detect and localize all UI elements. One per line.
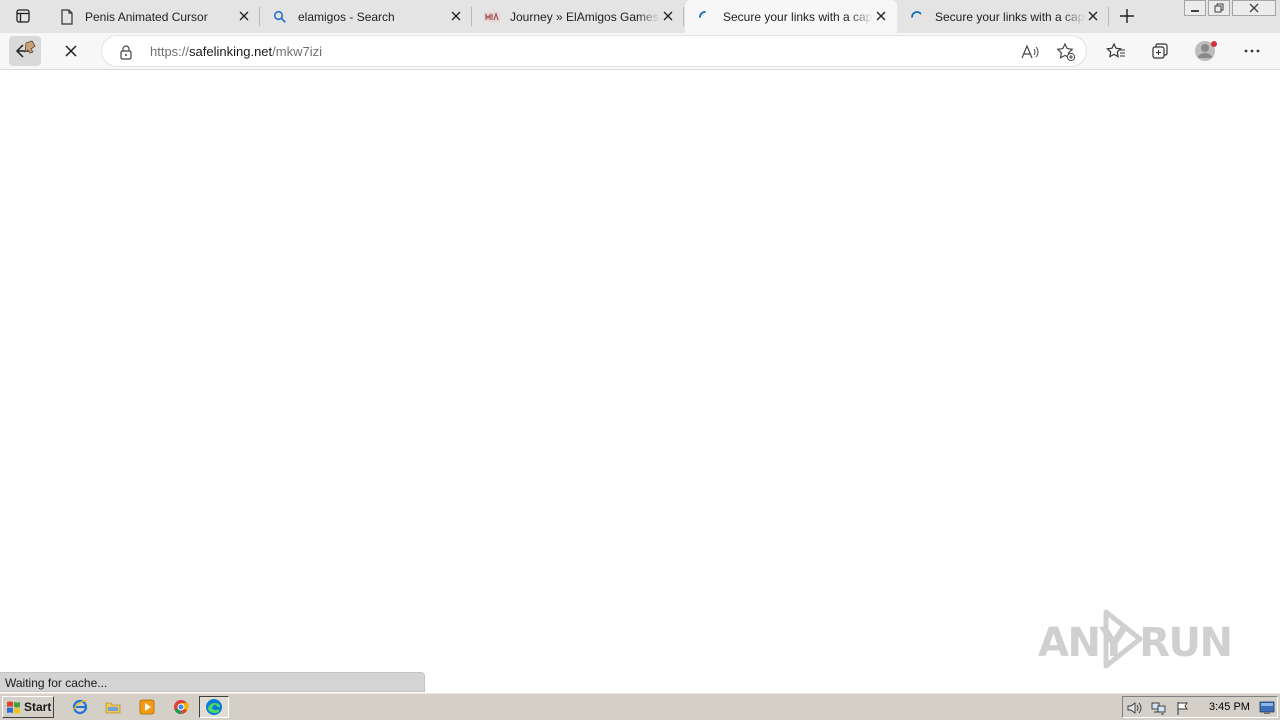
clock[interactable]: 3:45 PM (1209, 701, 1250, 713)
restore-icon (1214, 3, 1224, 13)
tab-secure-links-active[interactable]: Secure your links with a captcha (685, 0, 897, 33)
minimize-icon (1191, 10, 1199, 12)
tab-close-icon[interactable] (660, 8, 676, 24)
tab-penis-animated-cursor[interactable]: Penis Animated Cursor (47, 0, 260, 33)
media-player-icon (139, 699, 155, 715)
add-favorite-icon[interactable] (1056, 42, 1076, 62)
collections-button[interactable] (1144, 36, 1176, 66)
avatar-icon (1195, 41, 1217, 61)
edge-icon (206, 699, 222, 715)
address-bar[interactable]: https://safelinking.net/mkw7izi (101, 35, 1087, 67)
system-tray: 3:45 PM (1122, 696, 1278, 718)
close-icon (65, 45, 77, 57)
new-tab-button[interactable] (1116, 5, 1138, 27)
favorites-icon (1106, 42, 1125, 58)
start-label: Start (24, 700, 52, 714)
tab-title: Secure your links with a captcha (723, 9, 873, 24)
restore-button[interactable] (1208, 0, 1230, 16)
browser-toolbar: https://safelinking.net/mkw7izi (0, 33, 1280, 70)
file-explorer-launcher[interactable] (104, 698, 122, 716)
chrome-icon (174, 700, 189, 715)
windows-logo-icon (7, 701, 20, 714)
read-aloud-icon[interactable] (1020, 42, 1040, 62)
back-arrow-icon (15, 40, 36, 58)
loading-spinner-icon (909, 9, 925, 25)
tab-title: Penis Animated Cursor (85, 9, 208, 24)
tab-close-icon[interactable] (236, 8, 252, 24)
tab-actions-button[interactable] (8, 4, 38, 28)
watermark-text: ANY RUN (1038, 620, 1234, 666)
show-desktop-icon[interactable] (1259, 700, 1275, 716)
edge-taskbar-button[interactable] (199, 696, 229, 718)
action-center-flag-icon[interactable] (1175, 700, 1191, 716)
tab-title: elamigos - Search (298, 9, 395, 24)
close-icon (1249, 3, 1259, 13)
close-window-button[interactable] (1232, 0, 1276, 16)
chrome-launcher[interactable] (172, 698, 190, 716)
start-button[interactable]: Start (2, 696, 54, 718)
anyrun-watermark: ANY RUN (1038, 609, 1234, 669)
tab-close-icon[interactable] (873, 8, 889, 24)
tab-secure-links[interactable]: Secure your links with a captcha (897, 0, 1109, 33)
minimize-button[interactable] (1184, 0, 1206, 16)
url-text[interactable]: https://safelinking.net/mkw7izi (150, 44, 322, 59)
status-bar: Waiting for cache... (0, 672, 425, 692)
collections-icon (1152, 43, 1168, 59)
taskbar: Start 3:45 PM (0, 692, 1280, 720)
stop-loading-button[interactable] (55, 36, 87, 66)
url-host: safelinking.net (189, 44, 273, 59)
plus-icon (1120, 9, 1134, 23)
settings-menu-button[interactable] (1236, 36, 1268, 66)
profile-button[interactable] (1190, 36, 1222, 66)
more-icon (1244, 49, 1260, 53)
tab-title: Journey » ElAmigos Games (510, 9, 659, 24)
internet-explorer-icon (72, 699, 88, 715)
tab-close-icon[interactable] (1085, 8, 1101, 24)
site-logo-icon (484, 9, 500, 25)
network-icon[interactable] (1151, 700, 1167, 716)
url-scheme: https:// (150, 44, 190, 59)
lock-icon[interactable] (118, 44, 134, 60)
internet-explorer-launcher[interactable] (71, 698, 89, 716)
tab-actions-icon (16, 9, 30, 23)
tab-elamigos-search[interactable]: elamigos - Search (260, 0, 472, 33)
page-icon (59, 8, 75, 25)
search-icon (272, 9, 288, 25)
volume-icon[interactable] (1127, 700, 1143, 716)
page-content (0, 71, 1280, 692)
loading-spinner-icon (697, 9, 713, 25)
tab-journey-elamigos[interactable]: Journey » ElAmigos Games (472, 0, 684, 33)
tab-close-icon[interactable] (448, 8, 464, 24)
back-button[interactable] (9, 36, 41, 66)
favorites-button[interactable] (1100, 36, 1132, 66)
folder-icon (105, 702, 121, 714)
url-path: /mkw7izi (272, 44, 322, 59)
media-player-launcher[interactable] (138, 698, 156, 716)
tab-strip: Penis Animated Cursor elamigos - Search … (0, 0, 1280, 33)
tab-title: Secure your links with a captcha (935, 9, 1085, 24)
